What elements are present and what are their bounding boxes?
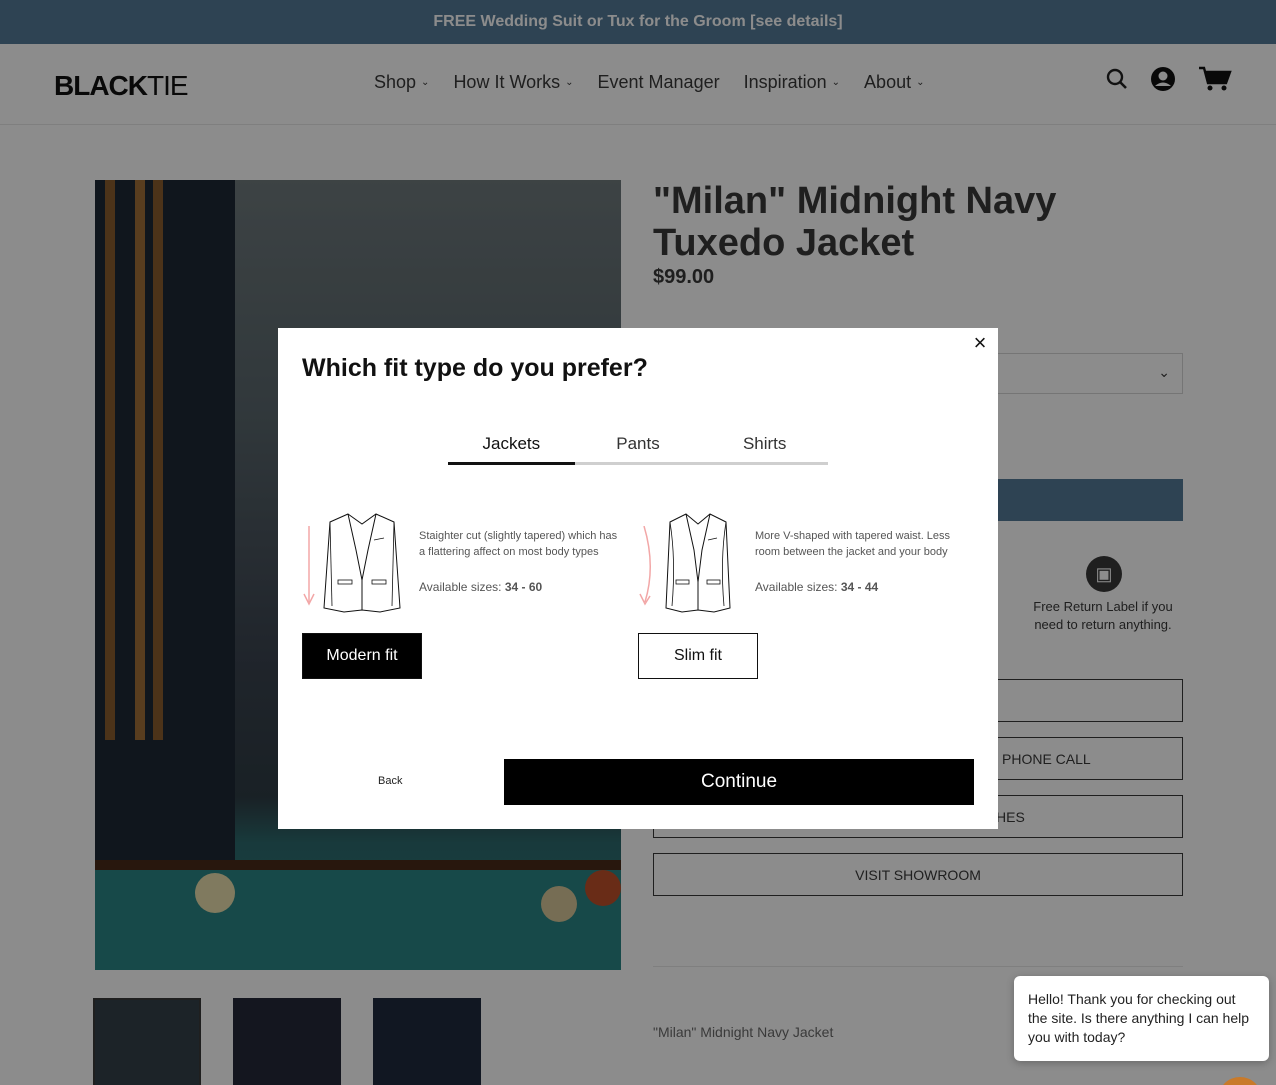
slim-fit-description: More V-shaped with tapered waist. Less r… <box>755 530 951 558</box>
tab-pants[interactable]: Pants <box>575 432 702 462</box>
modern-fit-sizes: Available sizes: 34 - 60 <box>419 580 542 594</box>
modal-title: Which fit type do you prefer? <box>302 354 648 382</box>
continue-button[interactable]: Continue <box>504 759 974 805</box>
slim-fit-sizes: Available sizes: 34 - 44 <box>755 580 878 594</box>
fit-type-modal: × Which fit type do you prefer? Jackets … <box>278 328 998 829</box>
sizes-label: Available sizes: <box>419 580 505 594</box>
tab-shirts[interactable]: Shirts <box>701 432 828 462</box>
arrow-down-icon <box>303 526 315 606</box>
modern-fit-description: Staighter cut (slightly tapered) which h… <box>419 530 618 558</box>
tab-jackets[interactable]: Jackets <box>448 432 575 465</box>
slim-jacket-icon <box>665 513 731 613</box>
sizes-label: Available sizes: <box>755 580 841 594</box>
close-icon[interactable]: × <box>970 332 990 354</box>
slim-fit-button[interactable]: Slim fit <box>638 633 758 679</box>
chat-bubble[interactable]: Hello! Thank you for checking out the si… <box>1014 976 1269 1061</box>
fit-tabs: Jackets Pants Shirts <box>448 432 828 465</box>
sizes-value: 34 - 60 <box>504 580 543 594</box>
sizes-value: 34 - 44 <box>840 580 879 594</box>
modern-fit-button[interactable]: Modern fit <box>302 633 422 679</box>
curved-arrow-icon <box>639 526 651 606</box>
back-button[interactable]: Back <box>378 775 402 787</box>
modern-jacket-icon <box>323 513 401 613</box>
